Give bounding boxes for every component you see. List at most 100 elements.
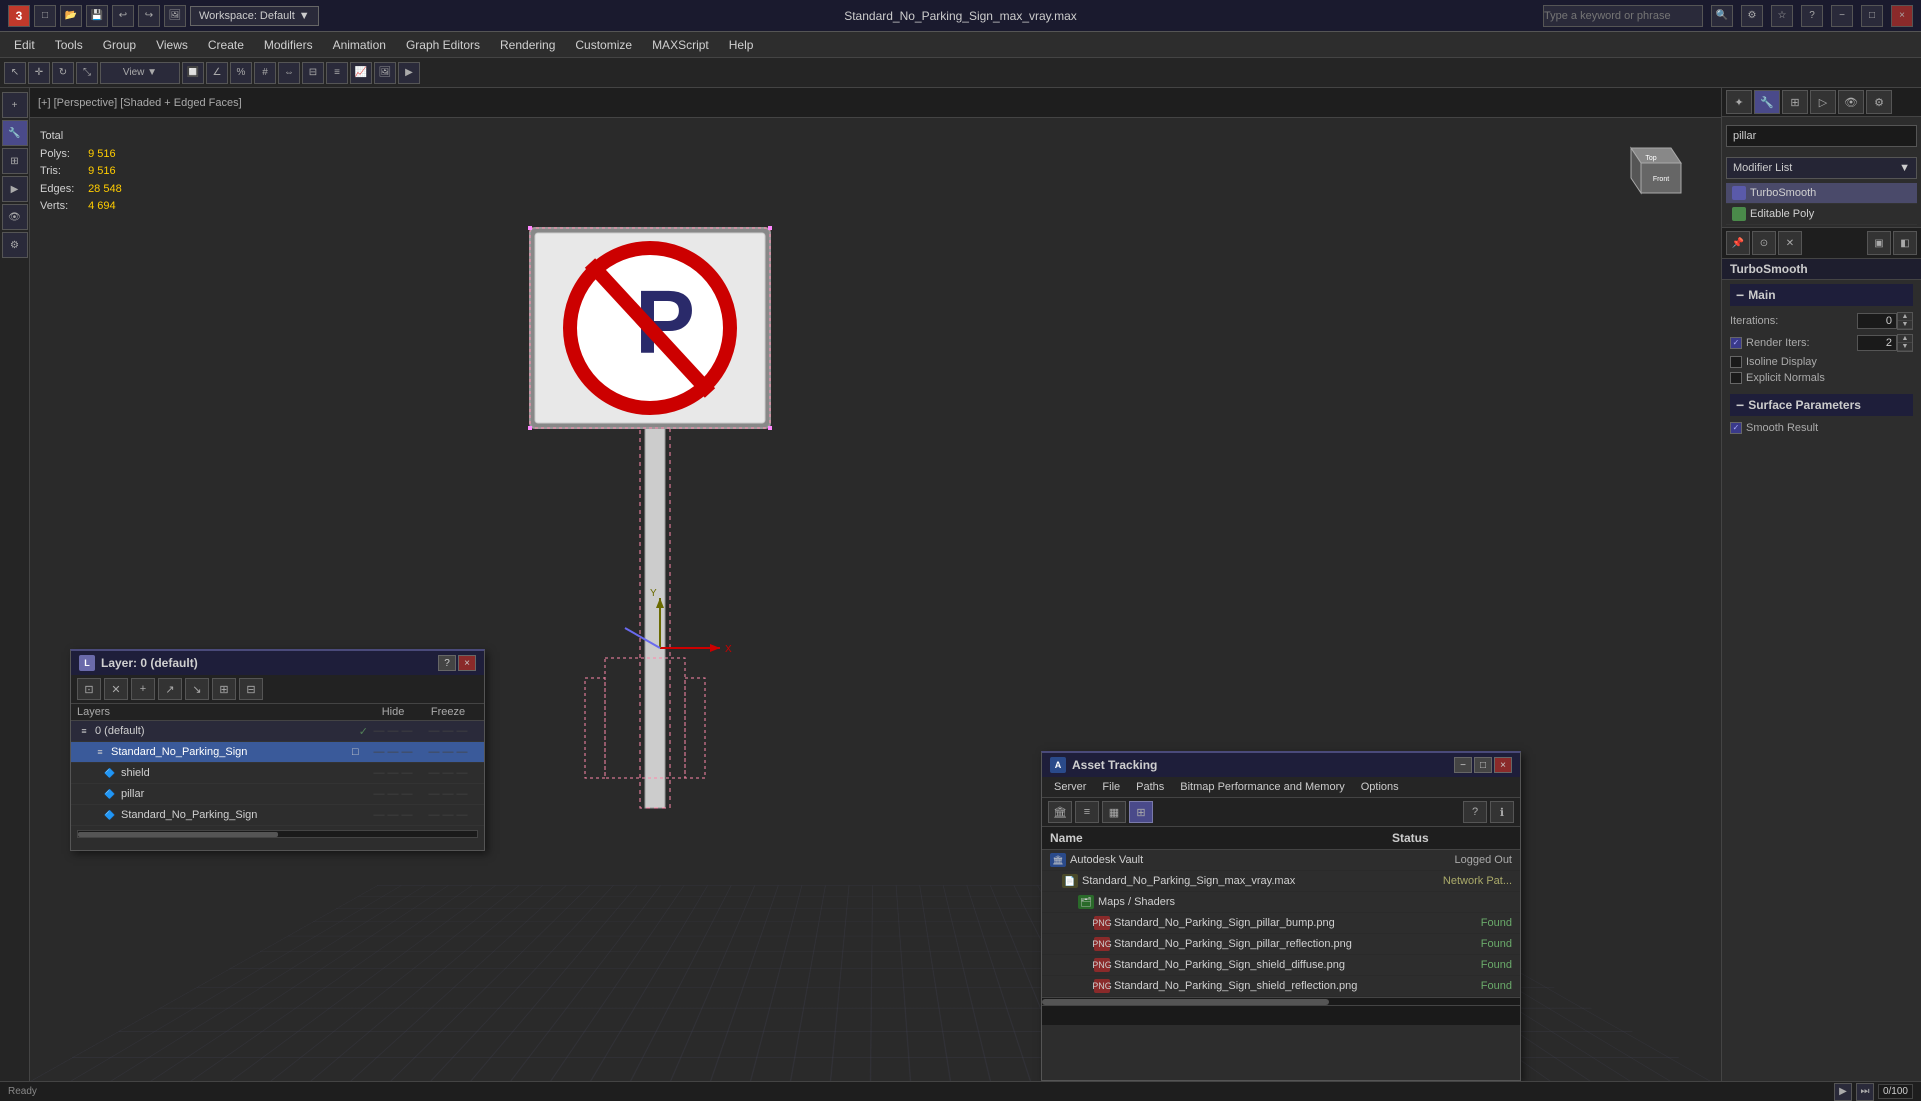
- ref-coord-btn[interactable]: View ▼: [100, 62, 180, 84]
- menu-help[interactable]: Help: [719, 34, 764, 56]
- asset-menu-bitmap[interactable]: Bitmap Performance and Memory: [1172, 779, 1352, 795]
- modifier-editable-poly[interactable]: Editable Poly: [1726, 204, 1917, 225]
- quick-render[interactable]: ▶: [398, 62, 420, 84]
- utilities-icon[interactable]: ⚙: [2, 232, 28, 258]
- render-iters-input[interactable]: [1857, 335, 1897, 351]
- app-icon[interactable]: 3: [8, 5, 30, 27]
- explicit-normals-checkbox[interactable]: [1730, 372, 1742, 384]
- surface-params-header[interactable]: Surface Parameters: [1730, 394, 1913, 416]
- layer-delete-btn[interactable]: ✕: [104, 678, 128, 700]
- rpanel-tab-utilities[interactable]: ⚙: [1866, 90, 1892, 114]
- iterations-up[interactable]: ▲: [1898, 313, 1912, 321]
- search-icon[interactable]: 🔍: [1711, 5, 1733, 27]
- timeline-end-btn[interactable]: ⏭: [1856, 1083, 1874, 1101]
- asset-menu-server[interactable]: Server: [1046, 779, 1094, 795]
- save-btn[interactable]: 💾: [86, 5, 108, 27]
- isoline-display-checkbox[interactable]: [1730, 356, 1742, 368]
- render-setup-btn[interactable]: 🖼: [164, 5, 186, 27]
- modifier-turbosmooth[interactable]: TurboSmooth: [1726, 183, 1917, 204]
- menu-tools[interactable]: Tools: [45, 34, 93, 56]
- asset-scrollbar-thumb[interactable]: [1042, 999, 1329, 1005]
- layer-scrollbar[interactable]: [77, 830, 478, 838]
- layer-panel-titlebar[interactable]: L Layer: 0 (default) ? ×: [71, 651, 484, 675]
- search-box[interactable]: [1543, 5, 1703, 27]
- menu-views[interactable]: Views: [146, 34, 198, 56]
- menu-rendering[interactable]: Rendering: [490, 34, 565, 56]
- menu-customize[interactable]: Customize: [565, 34, 642, 56]
- close-window-btn[interactable]: ×: [1891, 5, 1913, 27]
- layer-scrollbar-thumb[interactable]: [78, 832, 278, 837]
- render-frame[interactable]: 🖼: [374, 62, 396, 84]
- angle-snap[interactable]: ∠: [206, 62, 228, 84]
- asset-table-btn[interactable]: ⊞: [1129, 801, 1153, 823]
- layer-row[interactable]: 🔷 Standard_No_Parking_Sign — — — — — —: [71, 805, 484, 826]
- layer-close-btn[interactable]: ×: [458, 655, 476, 671]
- layer-row[interactable]: 🔷 pillar — — — — — —: [71, 784, 484, 805]
- create-panel-icon[interactable]: +: [2, 92, 28, 118]
- asset-grid-btn[interactable]: ▦: [1102, 801, 1126, 823]
- iterations-input[interactable]: [1857, 313, 1897, 329]
- main-section-header[interactable]: Main: [1730, 284, 1913, 306]
- rpanel-tab-hierarchy[interactable]: ⊞: [1782, 90, 1808, 114]
- asset-menu-file[interactable]: File: [1094, 779, 1128, 795]
- hierarchy-icon[interactable]: ⊞: [2, 148, 28, 174]
- motion-icon[interactable]: ▶: [2, 176, 28, 202]
- smooth-result-checkbox[interactable]: [1730, 422, 1742, 434]
- open-btn[interactable]: 📂: [60, 5, 82, 27]
- asset-scrollbar[interactable]: [1042, 997, 1520, 1005]
- asset-list-btn[interactable]: ≡: [1075, 801, 1099, 823]
- layer-set-current-btn[interactable]: ⊡: [77, 678, 101, 700]
- curve-editor[interactable]: 📈: [350, 62, 372, 84]
- maximize-window-btn[interactable]: □: [1861, 5, 1883, 27]
- bookmark-icon[interactable]: ☆: [1771, 5, 1793, 27]
- display-mode-btn2[interactable]: ◧: [1893, 231, 1917, 255]
- mirror-icon[interactable]: ⇔: [278, 62, 300, 84]
- help-icon[interactable]: ?: [1801, 5, 1823, 27]
- menu-animation[interactable]: Animation: [323, 34, 396, 56]
- viewport-canvas[interactable]: Total Polys: 9 516 Tris: 9 516 Edges: 28…: [30, 118, 1721, 1081]
- menu-modifiers[interactable]: Modifiers: [254, 34, 323, 56]
- asset-close-btn[interactable]: ×: [1494, 757, 1512, 773]
- menu-create[interactable]: Create: [198, 34, 254, 56]
- menu-graph-editors[interactable]: Graph Editors: [396, 34, 490, 56]
- undo-btn[interactable]: ↩: [112, 5, 134, 27]
- menu-maxscript[interactable]: MAXScript: [642, 34, 719, 56]
- asset-row[interactable]: PNG Standard_No_Parking_Sign_shield_diff…: [1042, 955, 1520, 976]
- menu-group[interactable]: Group: [93, 34, 146, 56]
- asset-row[interactable]: 🗂 Maps / Shaders: [1042, 892, 1520, 913]
- timeline-play-btn[interactable]: ▶: [1834, 1083, 1852, 1101]
- layer-add-btn[interactable]: +: [131, 678, 155, 700]
- search-input[interactable]: [1544, 10, 1702, 22]
- layer-help-btn[interactable]: ?: [438, 655, 456, 671]
- asset-panel-titlebar[interactable]: A Asset Tracking − □ ×: [1042, 753, 1520, 777]
- rpanel-tab-modify[interactable]: 🔧: [1754, 90, 1780, 114]
- asset-menu-paths[interactable]: Paths: [1128, 779, 1172, 795]
- workspace-btn[interactable]: Workspace: Default ▼: [190, 6, 319, 26]
- asset-row[interactable]: PNG Standard_No_Parking_Sign_shield_refl…: [1042, 976, 1520, 997]
- align-icon[interactable]: ⊟: [302, 62, 324, 84]
- new-btn[interactable]: □: [34, 5, 56, 27]
- snap-toggle[interactable]: 🔲: [182, 62, 204, 84]
- asset-info-btn[interactable]: ℹ: [1490, 801, 1514, 823]
- display-mode-btn[interactable]: ▣: [1867, 231, 1891, 255]
- layer-expand-btn[interactable]: ⊞: [212, 678, 236, 700]
- redo-btn[interactable]: ↪: [138, 5, 160, 27]
- asset-row[interactable]: 🏛 Autodesk Vault Logged Out: [1042, 850, 1520, 871]
- spinner-snap[interactable]: #: [254, 62, 276, 84]
- minimize-window-btn[interactable]: −: [1831, 5, 1853, 27]
- layer-add-selection-btn[interactable]: ↘: [185, 678, 209, 700]
- render-iters-down[interactable]: ▼: [1898, 343, 1912, 351]
- modifier-list-dropdown[interactable]: Modifier List ▼: [1726, 157, 1917, 179]
- asset-maximize-btn[interactable]: □: [1474, 757, 1492, 773]
- right-panel-search-input[interactable]: [1726, 125, 1917, 147]
- modify-panel-icon[interactable]: 🔧: [2, 120, 28, 146]
- layer-collapse-btn[interactable]: ⊟: [239, 678, 263, 700]
- layer-select-objects-btn[interactable]: ↗: [158, 678, 182, 700]
- asset-row[interactable]: 📄 Standard_No_Parking_Sign_max_vray.max …: [1042, 871, 1520, 892]
- pin-stack-btn[interactable]: 📌: [1726, 231, 1750, 255]
- asset-minimize-btn[interactable]: −: [1454, 757, 1472, 773]
- settings-icon[interactable]: ⚙: [1741, 5, 1763, 27]
- scale-icon[interactable]: ⤡: [76, 62, 98, 84]
- percent-snap[interactable]: %: [230, 62, 252, 84]
- asset-vault-btn[interactable]: 🏛: [1048, 801, 1072, 823]
